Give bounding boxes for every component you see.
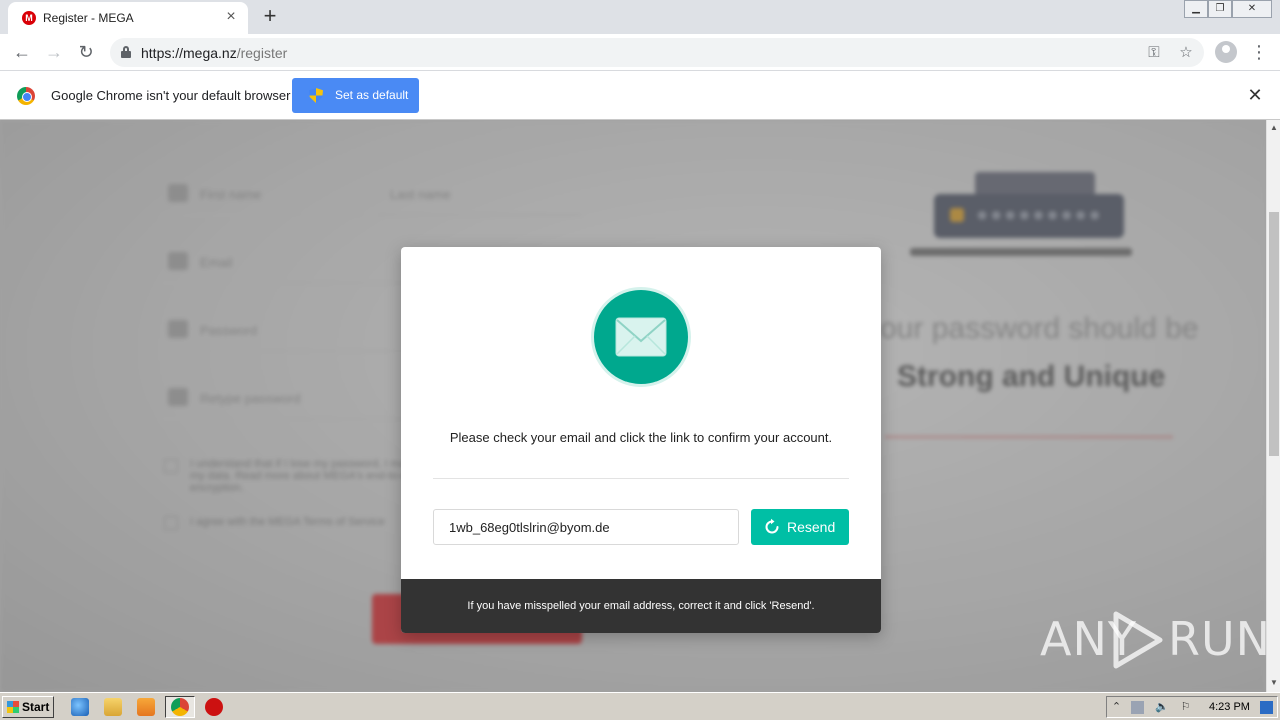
back-button[interactable]: ← — [10, 40, 34, 64]
mega-favicon-icon: M — [22, 11, 36, 25]
reload-button[interactable]: ↻ — [74, 40, 98, 64]
window-close-button[interactable]: ✕ — [1232, 0, 1272, 18]
set-as-default-button[interactable]: Set as default — [292, 78, 419, 113]
confirmation-message: Please check your email and click the li… — [449, 430, 833, 445]
new-tab-button[interactable]: + — [258, 4, 282, 28]
internet-explorer-icon[interactable] — [71, 698, 89, 716]
email-input[interactable] — [433, 509, 739, 545]
forward-button[interactable]: → — [42, 40, 66, 64]
set-as-default-label: Set as default — [335, 88, 409, 102]
system-tray: ⌃ 🔈 ⚐ 4:23 PM — [1106, 696, 1278, 718]
envelope-icon — [615, 317, 667, 357]
windows-taskbar: Start ⌃ 🔈 ⚐ 4:23 PM — [0, 692, 1280, 720]
uac-shield-icon — [309, 88, 323, 103]
default-browser-infobar: Google Chrome isn't your default browser… — [0, 71, 1280, 120]
profile-avatar-icon[interactable] — [1215, 41, 1237, 63]
tab-close-icon[interactable]: × — [222, 8, 240, 26]
network-icon[interactable] — [1131, 701, 1144, 714]
infobar-message: Google Chrome isn't your default browser — [51, 88, 291, 103]
browser-toolbar: ← → ↻ https://mega.nz/register ⚿ ☆ ⋮ — [0, 34, 1280, 71]
bookmark-star-icon[interactable]: ☆ — [1176, 43, 1196, 63]
action-center-flag-icon[interactable]: ⚐ — [1179, 701, 1192, 714]
resend-button[interactable]: Resend — [751, 509, 849, 545]
taskbar-clock[interactable]: 4:23 PM — [1209, 701, 1250, 713]
chrome-menu-icon[interactable]: ⋮ — [1250, 40, 1268, 64]
start-label: Start — [22, 700, 50, 714]
restore-button[interactable]: ❐ — [1208, 0, 1232, 18]
key-icon[interactable]: ⚿ — [1144, 43, 1164, 63]
email-confirmation-dialog: Please check your email and click the li… — [401, 247, 881, 633]
refresh-icon — [765, 518, 779, 534]
resend-label: Resend — [787, 519, 836, 535]
scroll-thumb[interactable] — [1269, 212, 1279, 456]
tray-expand-icon[interactable]: ⌃ — [1110, 701, 1123, 714]
minimize-button[interactable]: ▁ — [1184, 0, 1208, 18]
show-desktop-icon[interactable] — [1260, 701, 1273, 714]
media-player-icon[interactable] — [137, 698, 155, 716]
scroll-down-arrow-icon[interactable]: ▼ — [1270, 678, 1278, 687]
taskbar-chrome-active[interactable] — [165, 696, 195, 718]
divider — [433, 478, 849, 479]
url-path: /register — [236, 45, 288, 61]
lock-icon[interactable] — [121, 46, 131, 58]
url-host: https://mega.nz — [141, 45, 237, 61]
windows-logo-icon — [7, 701, 19, 713]
address-bar[interactable]: https://mega.nz/register ⚿ ☆ — [110, 38, 1204, 67]
anyrun-play-logo-icon — [1113, 611, 1163, 669]
tab-register-mega[interactable]: M Register - MEGA × — [8, 2, 248, 34]
mail-badge — [591, 287, 691, 387]
infobar-close-icon[interactable]: ✕ — [1245, 85, 1265, 105]
start-button[interactable]: Start — [2, 696, 54, 718]
tab-title: Register - MEGA — [43, 11, 134, 25]
dialog-footer-hint: If you have misspelled your email addres… — [401, 579, 881, 633]
file-explorer-icon[interactable] — [104, 698, 122, 716]
anyrun-watermark-right: RUN — [1168, 612, 1272, 666]
opera-icon[interactable] — [205, 698, 223, 716]
volume-icon[interactable]: 🔈 — [1155, 701, 1169, 714]
url-text: https://mega.nz/register — [141, 45, 287, 61]
chrome-taskbar-icon — [171, 698, 189, 716]
scroll-up-arrow-icon[interactable]: ▲ — [1270, 123, 1278, 132]
chrome-logo-icon — [17, 87, 35, 105]
tab-strip: M Register - MEGA × + ▁ ❐ ✕ — [0, 0, 1280, 34]
page-scrollbar[interactable]: ▲ ▼ — [1266, 120, 1280, 692]
